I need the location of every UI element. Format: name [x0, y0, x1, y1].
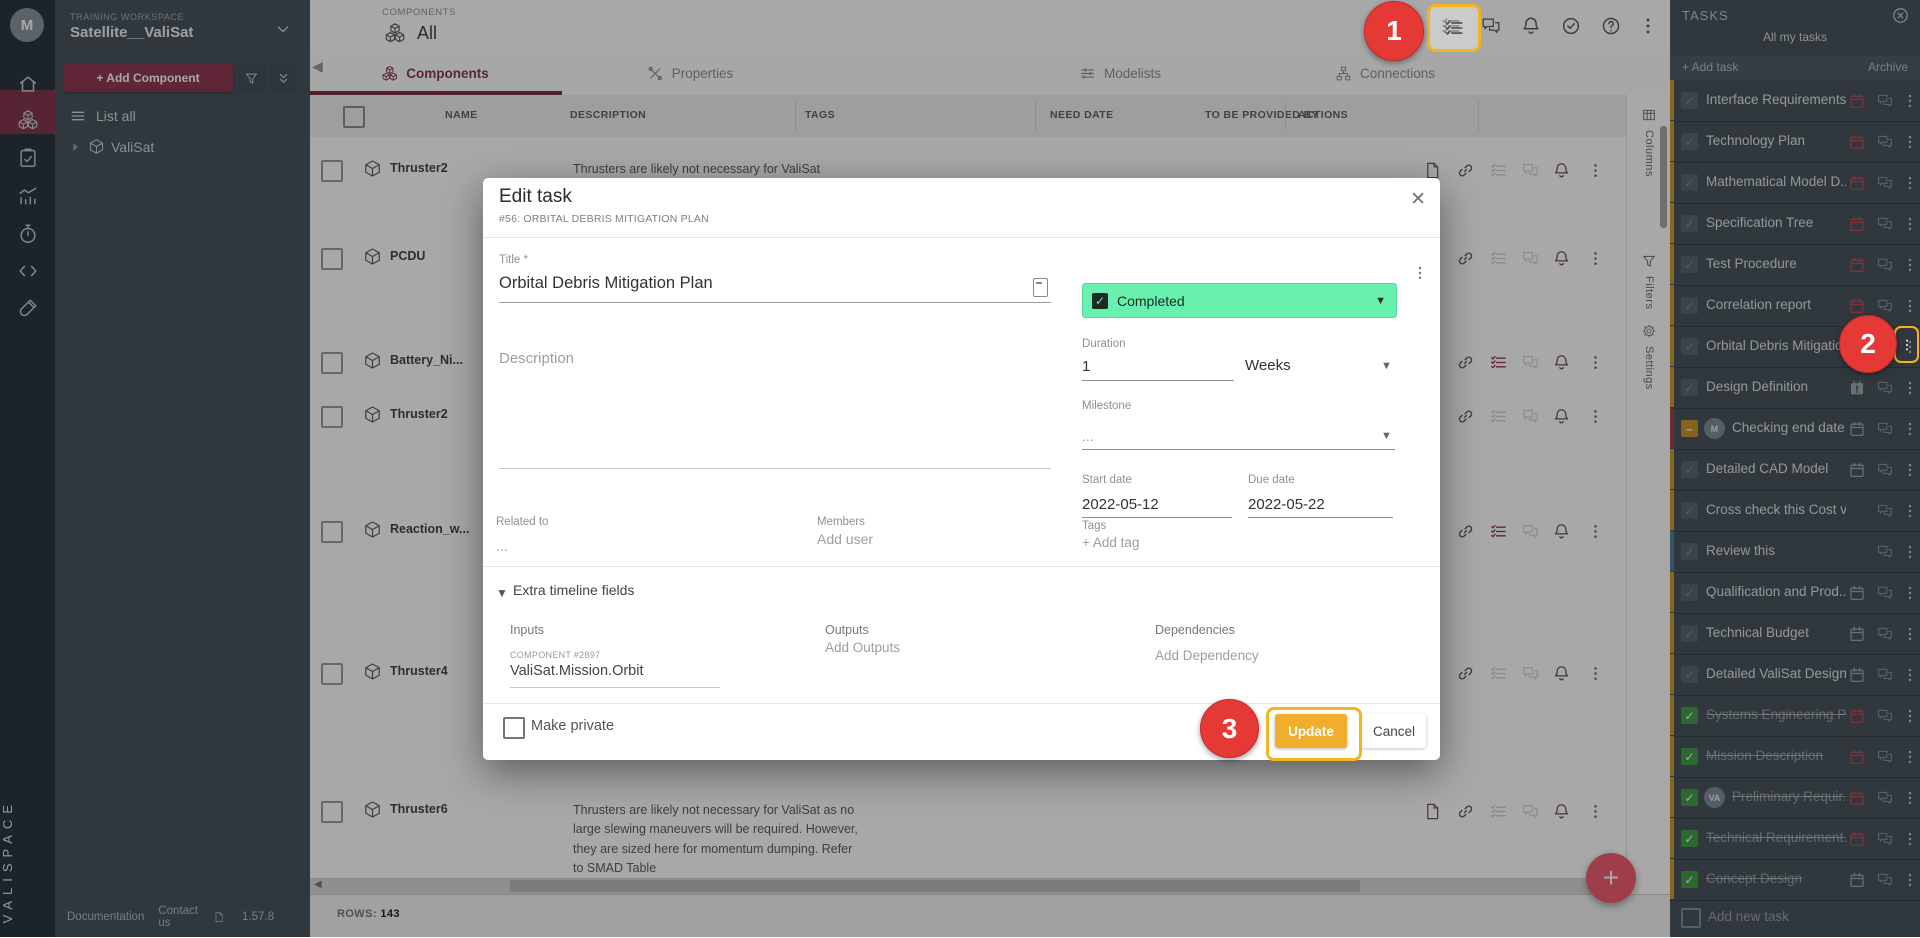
dependencies-label: Dependencies: [1155, 623, 1235, 637]
more-icon[interactable]: [1899, 337, 1915, 353]
more-icon[interactable]: [1411, 264, 1429, 282]
input-component-value[interactable]: ValiSat.Mission.Orbit: [510, 663, 644, 679]
close-icon[interactable]: ✕: [1410, 190, 1426, 209]
annotation-step-1: 1: [1364, 1, 1424, 61]
extra-timeline-section[interactable]: Extra timeline fields: [513, 582, 634, 598]
description-input[interactable]: Description: [499, 350, 574, 367]
annotation-step-2: 2: [1839, 315, 1897, 373]
add-user-button[interactable]: Add user: [817, 531, 873, 547]
duration-label: Duration: [1082, 338, 1125, 350]
cancel-button[interactable]: Cancel: [1362, 714, 1426, 748]
tags-label: Tags: [1082, 520, 1106, 532]
status-select[interactable]: Completed ▼: [1082, 283, 1397, 318]
task-list-icon[interactable]: [1443, 17, 1465, 39]
status-value: Completed: [1117, 293, 1185, 309]
duration-input[interactable]: 1: [1082, 358, 1090, 375]
start-date-input[interactable]: 2022-05-12: [1082, 496, 1159, 513]
highlight-task-list-icon: [1427, 4, 1481, 52]
caret-down-icon[interactable]: ▼: [1381, 430, 1392, 442]
due-date-input[interactable]: 2022-05-22: [1248, 496, 1325, 513]
make-private-label: Make private: [531, 718, 614, 734]
status-checkbox-icon: [1092, 293, 1108, 309]
caret-down-icon[interactable]: ▼: [1381, 360, 1392, 372]
dialog-subtitle: #56: ORBITAL DEBRIS MITIGATION PLAN: [499, 213, 709, 225]
edit-task-dialog: Edit task #56: ORBITAL DEBRIS MITIGATION…: [483, 178, 1440, 760]
duration-unit-select[interactable]: Weeks: [1245, 357, 1291, 374]
add-dependency-button[interactable]: Add Dependency: [1155, 648, 1259, 663]
related-to-value[interactable]: ...: [496, 538, 508, 554]
highlight-update-button: [1266, 707, 1362, 761]
start-date-label: Start date: [1082, 474, 1132, 486]
due-date-label: Due date: [1248, 474, 1295, 486]
text-field-icon: [1033, 278, 1048, 297]
highlight-task-menu: [1894, 326, 1919, 363]
milestone-label: Milestone: [1082, 400, 1131, 412]
members-label: Members: [817, 516, 865, 528]
make-private-checkbox[interactable]: [503, 717, 525, 739]
milestone-select[interactable]: ...: [1082, 428, 1094, 444]
input-component-ref: COMPONENT #2897: [510, 650, 600, 660]
add-outputs-button[interactable]: Add Outputs: [825, 640, 900, 655]
title-field-label: Title *: [499, 254, 528, 266]
caret-down-icon: ▼: [1375, 295, 1386, 307]
title-input[interactable]: Orbital Debris Mitigation Plan: [499, 274, 713, 293]
dialog-title: Edit task: [499, 186, 572, 208]
chevron-down-icon[interactable]: ▼: [496, 586, 508, 600]
outputs-label: Outputs: [825, 623, 869, 637]
inputs-label: Inputs: [510, 623, 544, 637]
annotation-step-3: 3: [1200, 699, 1259, 758]
add-tag-button[interactable]: + Add tag: [1082, 535, 1139, 550]
related-to-label: Related to: [496, 516, 548, 528]
